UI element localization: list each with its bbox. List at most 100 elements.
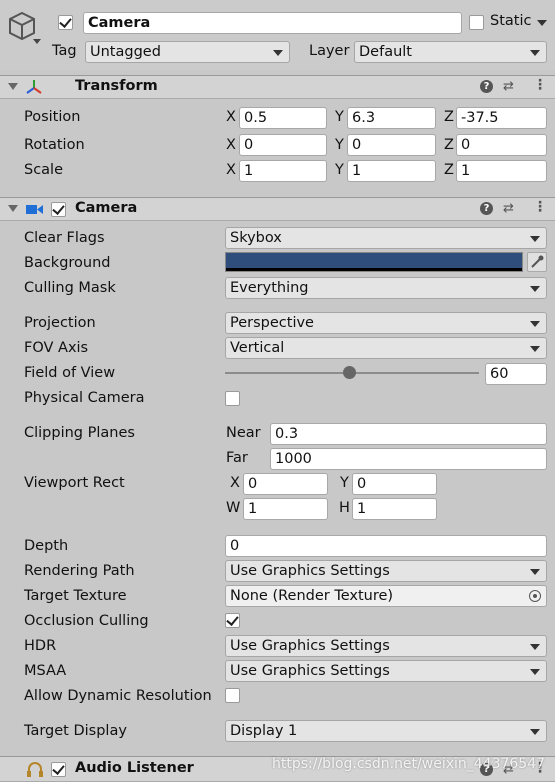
dynamic-resolution-checkbox[interactable] [225, 688, 240, 703]
rotation-z-field[interactable]: 0 [456, 134, 547, 156]
viewport-y-field[interactable]: 0 [352, 473, 437, 495]
preset-icon[interactable]: ⇄ [503, 79, 514, 94]
camera-enabled-checkbox[interactable] [51, 202, 66, 217]
static-dropdown-arrow[interactable] [537, 20, 547, 26]
fov-axis-value: Vertical [230, 340, 285, 356]
checkmark-icon [226, 613, 239, 626]
more-options-icon[interactable]: ⋮ [533, 199, 547, 215]
near-label[interactable]: Near [226, 425, 261, 441]
help-icon[interactable]: ? [480, 80, 493, 93]
fov-slider-track[interactable] [225, 366, 479, 379]
clear-flags-dropdown[interactable]: Skybox [225, 227, 547, 249]
checkmark-icon [52, 762, 65, 775]
static-checkbox[interactable] [469, 15, 484, 30]
fov-axis-dropdown[interactable]: Vertical [225, 337, 547, 359]
projection-value: Perspective [230, 315, 314, 331]
position-x-field[interactable]: 0.5 [239, 107, 327, 129]
fold-arrow-icon[interactable] [8, 205, 18, 212]
tag-dropdown[interactable]: Untagged [85, 41, 290, 63]
physical-camera-checkbox[interactable] [225, 391, 240, 406]
culling-mask-label: Culling Mask [24, 280, 116, 296]
eyedropper-icon[interactable] [527, 252, 547, 272]
tag-value: Untagged [90, 44, 161, 60]
rotation-y-field[interactable]: 0 [347, 134, 436, 156]
chevron-down-icon [530, 644, 540, 650]
projection-label: Projection [24, 315, 96, 331]
near-field[interactable]: 0.3 [270, 423, 547, 445]
rotation-z-label[interactable]: Z [444, 137, 454, 153]
fov-slider-handle[interactable] [343, 366, 357, 379]
target-display-dropdown[interactable]: Display 1 [225, 720, 547, 742]
msaa-dropdown[interactable]: Use Graphics Settings [225, 660, 547, 682]
help-icon[interactable]: ? [480, 202, 493, 215]
camera-icon [26, 205, 43, 214]
active-checkbox[interactable] [58, 15, 73, 30]
position-y-field[interactable]: 6.3 [347, 107, 436, 129]
position-label: Position [24, 109, 81, 125]
physical-camera-label: Physical Camera [24, 390, 145, 406]
watermark: https://blog.csdn.net/weixin_44376547 [272, 756, 546, 772]
position-x-label[interactable]: X [226, 109, 236, 125]
far-label[interactable]: Far [226, 450, 248, 466]
audio-listener-checkbox[interactable] [51, 762, 66, 777]
rotation-x-label[interactable]: X [226, 137, 236, 153]
layer-label: Layer [309, 43, 350, 59]
object-picker-icon[interactable] [529, 590, 541, 602]
viewport-w-field[interactable]: 1 [243, 498, 328, 520]
msaa-value: Use Graphics Settings [230, 663, 390, 679]
rotation-x-field[interactable]: 0 [239, 134, 327, 156]
viewport-w-label[interactable]: W [226, 500, 240, 516]
icon-dropdown-arrow[interactable] [33, 39, 41, 44]
scale-label: Scale [24, 162, 64, 178]
viewport-h-field[interactable]: 1 [352, 498, 437, 520]
msaa-label: MSAA [24, 663, 67, 679]
culling-mask-dropdown[interactable]: Everything [225, 277, 547, 299]
scale-x-field[interactable]: 1 [239, 160, 327, 182]
projection-dropdown[interactable]: Perspective [225, 312, 547, 334]
far-field[interactable]: 1000 [270, 448, 547, 470]
gameobject-name-field[interactable]: Camera [83, 12, 462, 34]
position-y-label[interactable]: Y [335, 109, 344, 125]
depth-field[interactable]: 0 [225, 535, 547, 557]
target-texture-field[interactable]: None (Render Texture) [225, 585, 547, 607]
occlusion-culling-checkbox[interactable] [225, 613, 240, 628]
viewport-x-field[interactable]: 0 [243, 473, 328, 495]
scale-y-field[interactable]: 1 [347, 160, 436, 182]
chevron-down-icon [530, 569, 540, 575]
transform-axes-icon [26, 80, 42, 94]
chevron-down-icon [530, 729, 540, 735]
culling-mask-value: Everything [230, 280, 309, 296]
transform-title: Transform [75, 78, 158, 94]
position-z-label[interactable]: Z [444, 109, 454, 125]
tag-label: Tag [52, 43, 77, 59]
scale-z-field[interactable]: 1 [456, 160, 547, 182]
scale-y-label[interactable]: Y [335, 162, 344, 178]
fov-field[interactable]: 60 [485, 363, 547, 385]
hdr-dropdown[interactable]: Use Graphics Settings [225, 635, 547, 657]
camera-title: Camera [75, 200, 138, 216]
viewport-x-label[interactable]: X [230, 475, 240, 491]
viewport-y-label[interactable]: Y [340, 475, 349, 491]
background-label: Background [24, 255, 111, 271]
chevron-down-icon [530, 321, 540, 327]
rotation-y-label[interactable]: Y [335, 137, 344, 153]
position-z-field[interactable]: -37.5 [456, 107, 547, 129]
viewport-h-label[interactable]: H [339, 500, 350, 516]
transform-header[interactable]: Transform ? ⇄ ⋮ [0, 75, 555, 99]
fold-arrow-icon[interactable] [8, 83, 18, 90]
preset-icon[interactable]: ⇄ [503, 201, 514, 216]
viewport-rect-label: Viewport Rect [24, 475, 125, 491]
chevron-down-icon [530, 236, 540, 242]
background-color-swatch [226, 253, 522, 268]
rendering-path-label: Rendering Path [24, 563, 135, 579]
chevron-down-icon [530, 286, 540, 292]
scale-z-label[interactable]: Z [444, 162, 454, 178]
target-texture-value: None (Render Texture) [230, 588, 394, 604]
camera-header[interactable]: Camera ? ⇄ ⋮ [0, 197, 555, 221]
rotation-label: Rotation [24, 137, 85, 153]
background-color-field[interactable] [225, 252, 523, 272]
scale-x-label[interactable]: X [226, 162, 236, 178]
more-options-icon[interactable]: ⋮ [533, 77, 547, 93]
rendering-path-dropdown[interactable]: Use Graphics Settings [225, 560, 547, 582]
layer-dropdown[interactable]: Default [354, 41, 547, 63]
